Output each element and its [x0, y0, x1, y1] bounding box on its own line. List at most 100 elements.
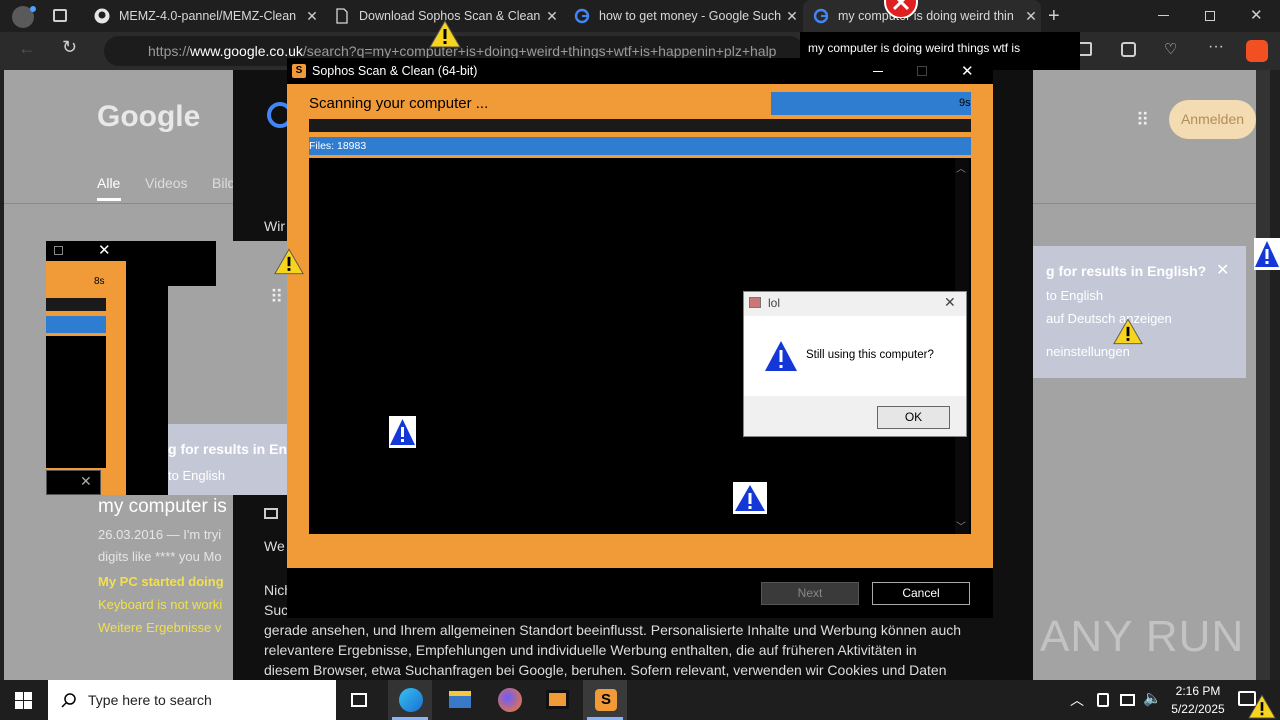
- scrollbar[interactable]: [1256, 70, 1270, 680]
- new-tab-icon[interactable]: +: [1048, 5, 1060, 28]
- tray-device-icon[interactable]: [1097, 693, 1109, 707]
- google-icon: [813, 8, 829, 24]
- back-icon[interactable]: ←: [18, 38, 36, 59]
- scan-heading: Scanning your computer ...: [309, 95, 489, 112]
- sophos-logo-icon: S: [292, 64, 306, 78]
- sophos-close-icon[interactable]: ✕: [961, 62, 974, 80]
- close-tab-icon[interactable]: ✕: [782, 8, 802, 25]
- result-title[interactable]: my computer is: [98, 496, 227, 518]
- dialog-app-icon: [749, 297, 761, 308]
- network-icon[interactable]: [1120, 694, 1135, 706]
- taskbar-search[interactable]: Type here to search: [48, 680, 336, 720]
- warning-yellow-icon: [1248, 694, 1276, 719]
- profile-badge-icon: [30, 6, 36, 12]
- ghost-bottom-close-icon[interactable]: ✕: [80, 473, 92, 490]
- clock-date[interactable]: 5/22/2025: [1166, 702, 1230, 716]
- ghost-close-icon[interactable]: ✕: [98, 241, 111, 259]
- tab-videos[interactable]: Videos: [145, 175, 188, 191]
- ghost-language-link[interactable]: to English: [168, 468, 225, 483]
- github-icon: [94, 8, 110, 24]
- tab-my-computer-active[interactable]: my computer is doing weird thin ✕: [803, 0, 1041, 32]
- collections-icon[interactable]: [1121, 42, 1136, 57]
- sophos-title: Sophos Scan & Clean (64-bit): [312, 64, 478, 78]
- start-button[interactable]: [0, 680, 48, 720]
- more-menu-icon[interactable]: ···: [1208, 38, 1224, 56]
- close-tab-icon[interactable]: ✕: [302, 8, 322, 25]
- edge-icon[interactable]: [388, 680, 432, 720]
- sophos-titlebar: S Sophos Scan & Clean (64-bit) ✕: [287, 58, 993, 84]
- warning-blue-icon: [1254, 238, 1280, 270]
- language-link-english[interactable]: to English: [1046, 288, 1103, 303]
- language-link-deutsch[interactable]: auf Deutsch anzeigen: [1046, 311, 1172, 326]
- ghost-bar-dark: [46, 298, 106, 311]
- ghost-restore-icon[interactable]: [54, 246, 63, 255]
- close-icon[interactable]: ✕: [1216, 260, 1229, 280]
- url-host: www.google.co.uk: [190, 43, 303, 59]
- file-explorer-icon[interactable]: [437, 680, 481, 720]
- ghost-black-block: [126, 241, 216, 286]
- tab-memz[interactable]: MEMZ-4.0-pannel/MEMZ-Clean ✕: [84, 0, 322, 32]
- ok-button[interactable]: OK: [877, 406, 950, 429]
- result-link-2[interactable]: Keyboard is not worki: [98, 597, 222, 612]
- result-link-1[interactable]: My PC started doing: [98, 574, 224, 589]
- tray-chevron-icon[interactable]: ︿: [1070, 690, 1084, 710]
- ghost-timer: 8s: [94, 276, 105, 287]
- apps-icon[interactable]: ⠿: [1136, 110, 1149, 131]
- dialog-close-icon[interactable]: ✕: [944, 294, 956, 311]
- page-icon: [336, 8, 348, 24]
- lol-dialog: lol ✕ Still using this computer? OK: [743, 291, 967, 437]
- tab-title: MEMZ-4.0-pannel/MEMZ-Clean: [119, 9, 297, 23]
- anyrun-watermark: ANY RUN: [1040, 612, 1245, 661]
- tab-bilder[interactable]: Bild: [212, 175, 235, 191]
- language-settings-link[interactable]: neinstellungen: [1046, 344, 1130, 359]
- warning-blue-icon: [389, 416, 416, 448]
- warning-icon: [765, 341, 797, 371]
- firefox-icon[interactable]: [487, 680, 531, 720]
- scroll-down-icon[interactable]: ﹀: [956, 518, 966, 533]
- windows-icon: [15, 692, 32, 709]
- timer-bar: [771, 92, 971, 115]
- volume-icon[interactable]: 🔈: [1143, 689, 1162, 707]
- body-line-1: gerade ansehen, und Ihrem allgemeinen St…: [264, 622, 962, 638]
- extensions-icon[interactable]: [1078, 42, 1092, 56]
- language-card-title: g for results in English?: [1046, 263, 1207, 279]
- body-line-2: relevantere Ergebnisse, Empfehlungen und…: [264, 642, 917, 658]
- sophos-maximize-icon[interactable]: [917, 66, 927, 76]
- ghost-black-column: [126, 286, 168, 495]
- sophos-taskbar-icon[interactable]: S: [583, 680, 627, 720]
- files-count: Files: 18983: [309, 140, 367, 152]
- favorites-icon[interactable]: ♡: [1164, 40, 1177, 58]
- progress-bar-track: [309, 119, 971, 132]
- browser-tab-bar: MEMZ-4.0-pannel/MEMZ-Clean ✕ Download So…: [0, 0, 1280, 32]
- tab-alle[interactable]: Alle: [97, 175, 120, 191]
- task-view-icon[interactable]: [338, 680, 382, 720]
- scroll-up-icon[interactable]: ︿: [956, 160, 966, 175]
- google-icon: [574, 8, 590, 24]
- warning-yellow-icon: [274, 248, 304, 275]
- tab-alle-underline: [97, 198, 121, 201]
- tab-actions-icon[interactable]: [53, 9, 67, 22]
- result-date: 26.03.2016 — I'm tryi: [98, 527, 222, 542]
- clock-time[interactable]: 2:16 PM: [1168, 684, 1228, 698]
- google-logo: Google: [97, 100, 201, 133]
- minimize-icon[interactable]: [1158, 15, 1169, 16]
- tab-how-to-get-money[interactable]: how to get money - Google Such ✕: [564, 0, 802, 32]
- sign-in-button[interactable]: Anmelden: [1169, 100, 1256, 139]
- next-button[interactable]: Next: [761, 582, 859, 605]
- sophos-minimize-icon[interactable]: [873, 71, 883, 72]
- restore-icon[interactable]: [1205, 11, 1215, 21]
- close-window-icon[interactable]: ✕: [1250, 6, 1263, 24]
- office-icon[interactable]: [1246, 40, 1268, 62]
- result-snippet: digits like **** you Mo: [98, 549, 222, 564]
- close-tab-icon[interactable]: ✕: [1021, 8, 1041, 25]
- cancel-button[interactable]: Cancel: [872, 582, 970, 605]
- result-link-3[interactable]: Weitere Ergebnisse v: [98, 620, 221, 635]
- warning-yellow-icon: [429, 20, 461, 48]
- refresh-icon[interactable]: ↻: [62, 37, 77, 58]
- close-tab-icon[interactable]: ✕: [542, 8, 562, 25]
- ghost-bottom-bar: [46, 470, 101, 495]
- search-icon: [61, 693, 76, 708]
- keyboard-icon: [264, 508, 278, 519]
- media-player-icon[interactable]: [535, 680, 579, 720]
- language-card: g for results in English? ✕ to English a…: [1024, 246, 1246, 378]
